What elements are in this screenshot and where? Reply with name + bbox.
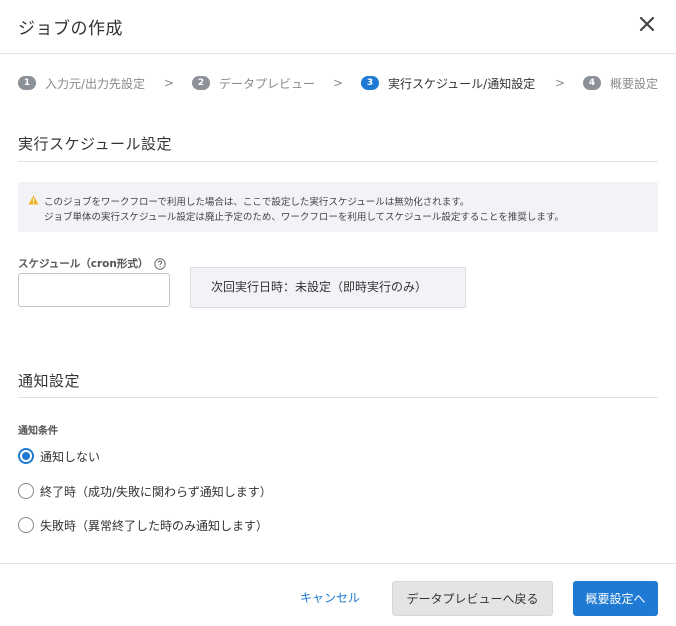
cron-label-text: スケジュール（cron形式） bbox=[18, 258, 149, 270]
radio-button[interactable] bbox=[18, 483, 34, 499]
schedule-section-title: 実行スケジュール設定 bbox=[18, 135, 172, 153]
dialog-title: ジョブの作成 bbox=[18, 19, 123, 39]
next-run-display: 次回実行日時：未設定（即時実行のみ） bbox=[190, 267, 466, 308]
cron-field-label: スケジュール（cron形式） bbox=[18, 256, 167, 271]
radio-option-on-failure[interactable]: 失敗時（異常終了した時のみ通知します） bbox=[18, 516, 268, 534]
cron-input[interactable] bbox=[18, 273, 170, 307]
step-label: 概要設定 bbox=[610, 76, 659, 91]
step-separator: > bbox=[333, 76, 344, 90]
dialog-header: ジョブの作成 bbox=[0, 0, 676, 54]
notification-condition-label: 通知条件 bbox=[18, 426, 58, 437]
step-separator: > bbox=[555, 76, 566, 90]
notice-line-1: このジョブをワークフローで利用した場合は、ここで設定した実行スケジュールは無効化… bbox=[44, 197, 470, 208]
radio-button[interactable] bbox=[18, 517, 34, 533]
step-number: 4 bbox=[583, 76, 601, 90]
back-to-preview-button[interactable]: データプレビューへ戻る bbox=[392, 581, 553, 616]
step-3: 3 実行スケジュール/通知設定 bbox=[361, 74, 535, 92]
stepper: 1 入力元/出力先設定 > 2 データプレビュー > 3 実行スケジュール/通知… bbox=[18, 74, 663, 92]
radio-option-none[interactable]: 通知しない bbox=[18, 447, 100, 465]
step-number: 3 bbox=[361, 76, 379, 90]
warning-icon bbox=[28, 195, 39, 205]
close-icon[interactable] bbox=[636, 13, 658, 35]
radio-label: 失敗時（異常終了した時のみ通知します） bbox=[40, 518, 269, 533]
step-separator: > bbox=[164, 76, 175, 90]
cancel-button[interactable]: キャンセル bbox=[285, 582, 375, 612]
radio-button[interactable] bbox=[18, 448, 34, 464]
step-1: 1 入力元/出力先設定 bbox=[18, 74, 145, 92]
step-label: データプレビュー bbox=[219, 76, 316, 91]
notification-section-title: 通知設定 bbox=[18, 372, 81, 390]
job-create-dialog: ジョブの作成 1 入力元/出力先設定 > 2 データプレビュー > 3 実行スケ… bbox=[0, 0, 676, 626]
schedule-notice: このジョブをワークフローで利用した場合は、ここで設定した実行スケジュールは無効化… bbox=[18, 182, 658, 232]
step-number: 1 bbox=[18, 76, 36, 90]
divider bbox=[18, 161, 658, 162]
radio-label: 終了時（成功/失敗に関わらず通知します） bbox=[40, 484, 272, 499]
radio-label: 通知しない bbox=[40, 449, 101, 464]
step-2: 2 データプレビュー bbox=[192, 74, 315, 92]
next-to-summary-button[interactable]: 概要設定へ bbox=[573, 581, 658, 616]
dialog-footer: キャンセル データプレビューへ戻る 概要設定へ bbox=[0, 563, 676, 626]
step-4: 4 概要設定 bbox=[583, 74, 658, 92]
step-label: 実行スケジュール/通知設定 bbox=[388, 76, 536, 91]
step-number: 2 bbox=[192, 76, 210, 90]
notice-line-2: ジョブ単体の実行スケジュール設定は廃止予定のため、ワークフローを利用してスケジュ… bbox=[44, 212, 564, 223]
help-icon[interactable] bbox=[154, 257, 167, 270]
divider bbox=[18, 397, 658, 398]
step-label: 入力元/出力先設定 bbox=[45, 76, 146, 91]
radio-option-on-finish[interactable]: 終了時（成功/失敗に関わらず通知します） bbox=[18, 482, 272, 500]
